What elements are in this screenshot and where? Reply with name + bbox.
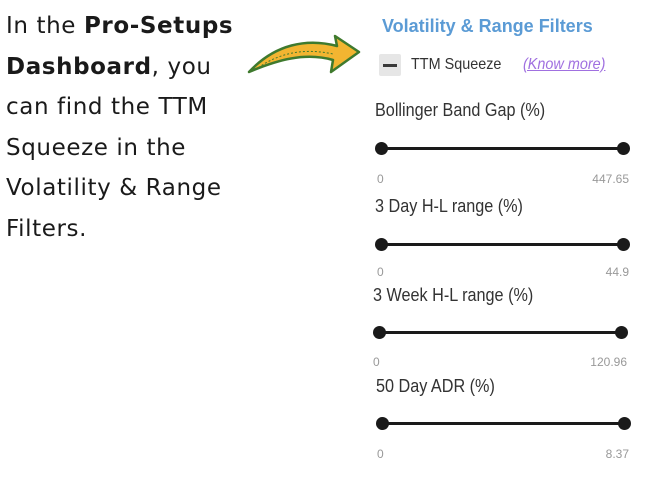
range-min-value: 0 xyxy=(377,447,384,461)
range-slider-max-handle[interactable] xyxy=(615,326,628,339)
range-min-value: 0 xyxy=(377,172,384,186)
intro-text: In the Pro-Setups Dashboard, you can fin… xyxy=(6,6,256,249)
filter-3-day-hl-range: 3 Day H-L range (%) 0 44.9 xyxy=(373,196,635,280)
intro-prefix: In the xyxy=(6,13,84,39)
range-max-value: 447.65 xyxy=(592,172,629,186)
range-min-value: 0 xyxy=(377,265,384,279)
filter-label: 50 Day ADR (%) xyxy=(376,376,495,396)
curved-arrow-right-icon xyxy=(247,34,361,74)
range-slider-max-handle[interactable] xyxy=(617,238,630,251)
range-slider-track[interactable] xyxy=(381,147,624,150)
range-slider-max-handle[interactable] xyxy=(617,142,630,155)
ttm-squeeze-toggle-row: TTM Squeeze (Know more) xyxy=(379,53,615,77)
page: In the Pro-Setups Dashboard, you can fin… xyxy=(0,0,651,478)
know-more-link[interactable]: (Know more) xyxy=(523,56,605,74)
range-slider-track[interactable] xyxy=(381,243,624,246)
range-slider-min-handle[interactable] xyxy=(376,417,389,430)
range-slider-track[interactable] xyxy=(381,331,624,334)
range-slider-min-handle[interactable] xyxy=(373,326,386,339)
filter-label: 3 Day H-L range (%) xyxy=(375,196,523,216)
filter-50-day-adr: 50 Day ADR (%) 0 8.37 xyxy=(373,376,635,461)
panel-title: Volatility & Range Filters xyxy=(382,16,593,36)
range-max-value: 44.9 xyxy=(605,265,629,279)
minus-checkbox-icon xyxy=(383,63,397,67)
filter-label: Bollinger Band Gap (%) xyxy=(375,100,546,120)
filter-bollinger-band-gap: Bollinger Band Gap (%) 0 447.65 xyxy=(373,100,635,186)
ttm-squeeze-checkbox[interactable] xyxy=(379,54,401,76)
range-slider-min-handle[interactable] xyxy=(375,238,388,251)
range-slider-max-handle[interactable] xyxy=(618,417,631,430)
filter-3-week-hl-range: 3 Week H-L range (%) 0 120.96 xyxy=(373,285,635,369)
filter-label: 3 Week H-L range (%) xyxy=(373,285,534,305)
range-max-value: 8.37 xyxy=(605,447,629,461)
range-slider-min-handle[interactable] xyxy=(375,142,388,155)
range-min-value: 0 xyxy=(373,355,380,369)
ttm-squeeze-label: TTM Squeeze xyxy=(411,56,502,73)
range-max-value: 120.96 xyxy=(590,355,627,369)
range-slider-track[interactable] xyxy=(382,422,625,425)
intro-suffix: , you can find the TTM Squeeze in the Vo… xyxy=(6,53,222,242)
